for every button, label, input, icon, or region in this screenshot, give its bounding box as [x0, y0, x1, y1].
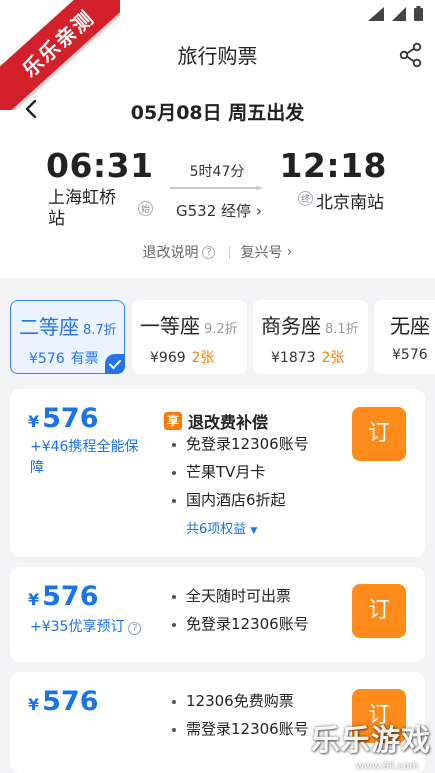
option-price: ¥576	[28, 403, 99, 434]
more-benefits-link[interactable]: 共6项权益 ▼	[186, 518, 257, 537]
option-price: ¥576	[28, 581, 99, 612]
duration-arrow-icon	[170, 186, 264, 190]
departure-time: 06:31	[46, 146, 154, 185]
chevron-right-icon: ›	[255, 202, 262, 220]
seat-tab-first-class[interactable]: 一等座 9.2折 ¥969 2张	[132, 300, 247, 374]
benefit-badge: 享	[164, 412, 182, 430]
train-number-link[interactable]: G532 经停 ›	[176, 200, 262, 221]
seat-availability: 2张	[191, 350, 215, 366]
help-icon[interactable]: ?	[202, 245, 216, 259]
seat-availability: 2张	[321, 350, 345, 366]
refund-policy-link[interactable]: 退改说明	[142, 245, 198, 261]
ticket-option-card: ¥576 12306免费购票 需登录12306账号 订	[10, 672, 425, 773]
ticket-option-card: ¥576 +¥35优享预订? 全天随时可出票 免登录12306账号 订	[10, 567, 425, 662]
seat-name: 商务座	[261, 314, 321, 338]
benefit-item: 免登录12306账号	[172, 610, 309, 638]
benefit-list: 免登录12306账号 芒果TV月卡 国内酒店6折起	[172, 430, 309, 514]
train-info-panel: 06:31 上海虹桥站 始 5时47分 G532 经停 › 12:18 终 北京…	[0, 138, 435, 278]
seat-name: 二等座	[19, 315, 79, 339]
selected-check-icon	[105, 354, 125, 374]
seat-tab-no-seat[interactable]: 无座 ¥576	[374, 300, 435, 374]
seat-price: ¥1873	[271, 350, 316, 366]
policy-row: 退改说明? 复兴号 ›	[0, 242, 435, 262]
departure-station: 上海虹桥站	[48, 188, 116, 229]
seat-name: 无座	[390, 314, 430, 338]
seat-discount: 9.2折	[204, 322, 238, 337]
departure-tag-icon: 始	[138, 201, 153, 216]
share-icon[interactable]	[397, 41, 425, 69]
seat-name: 一等座	[140, 314, 200, 338]
departure-date: 05月08日 周五出发	[130, 102, 305, 124]
option-price: ¥576	[28, 686, 99, 717]
seat-price: ¥576	[392, 347, 428, 363]
arrival-tag-icon: 终	[298, 191, 313, 206]
seat-tab-second-class[interactable]: 二等座 8.7折 ¥576 有票	[10, 300, 125, 374]
caret-down-icon: ▼	[250, 526, 258, 536]
page-title: 旅行购票	[177, 44, 258, 68]
battery-icon	[414, 6, 423, 21]
arrival-station: 北京南站	[316, 193, 384, 213]
status-bar	[0, 0, 435, 30]
benefit-list: 12306免费购票 需登录12306账号	[172, 687, 309, 743]
train-number: G532 经停	[176, 202, 252, 220]
order-button[interactable]: 订	[352, 689, 406, 743]
seat-tab-business-class[interactable]: 商务座 8.1折 ¥1873 2张	[253, 300, 368, 374]
signal-icon	[368, 6, 384, 21]
seat-price: ¥576	[29, 351, 65, 367]
order-button[interactable]: 订	[352, 407, 406, 461]
benefit-item: 免登录12306账号	[172, 430, 309, 458]
app-header: 旅行购票	[0, 30, 435, 80]
seat-class-tabs: 二等座 8.7折 ¥576 有票 一等座 9.2折 ¥969 2张 商务座 8.1折 ¥1…	[0, 295, 435, 381]
benefit-list: 全天随时可出票 免登录12306账号	[172, 582, 309, 638]
option-addon: +¥46携程全能保障	[30, 439, 139, 476]
seat-discount: 8.7折	[83, 323, 117, 338]
chevron-right-icon: ›	[282, 244, 293, 260]
option-addon: +¥35优享预订?	[30, 617, 145, 638]
benefit-item: 芒果TV月卡	[172, 458, 309, 486]
seat-availability: 有票	[70, 351, 99, 367]
benefit-item: 需登录12306账号	[172, 715, 309, 743]
order-button[interactable]: 订	[352, 584, 406, 638]
trip-duration: 5时47分	[189, 164, 245, 180]
benefit-item: 全天随时可出票	[172, 582, 309, 610]
seat-price: ¥969	[150, 350, 186, 366]
date-bar: 05月08日 周五出发	[0, 80, 435, 138]
cellular-icon	[392, 6, 406, 21]
benefit-item: 12306免费购票	[172, 687, 309, 715]
seat-discount: 8.1折	[325, 322, 359, 337]
ticket-option-card: ¥576 +¥46携程全能保障 享 退改费补偿 免登录12306账号 芒果TV月…	[10, 389, 425, 557]
benefit-item: 国内酒店6折起	[172, 486, 309, 514]
help-icon[interactable]: ?	[128, 622, 142, 635]
divider	[229, 245, 231, 259]
train-type-link[interactable]: 复兴号	[240, 245, 282, 261]
arrival-time: 12:18	[279, 146, 387, 185]
